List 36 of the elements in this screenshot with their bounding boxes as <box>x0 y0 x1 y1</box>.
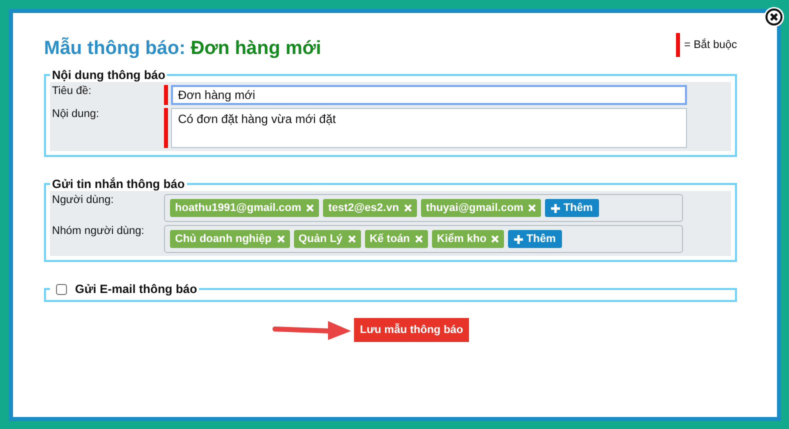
plus-icon <box>514 234 524 244</box>
title-field[interactable]: Đơn hàng mới <box>171 85 687 105</box>
tag-label: Kế toán <box>370 233 410 245</box>
email-checkbox[interactable] <box>56 284 67 294</box>
close-icon[interactable] <box>764 7 784 27</box>
field-label: Nội dung: <box>51 108 100 120</box>
tag-label: Kiểm kho <box>436 233 486 245</box>
remove-icon[interactable] <box>414 235 423 243</box>
content-field[interactable]: Có đơn đặt hàng vừa mới đặt <box>171 108 687 148</box>
remove-icon[interactable] <box>306 204 314 212</box>
remove-icon[interactable] <box>404 204 412 212</box>
field-label: Người dùng: <box>51 194 115 206</box>
remove-icon[interactable] <box>348 235 356 243</box>
field-label: Tiêu đề: <box>51 85 92 97</box>
remove-icon[interactable] <box>528 204 536 212</box>
dialog-title: Mẫu thông báo: Đơn hàng mới <box>44 38 322 60</box>
add-button[interactable]: Thêm <box>508 230 562 248</box>
remove-icon[interactable] <box>491 235 500 243</box>
tag-label: Quản Lý <box>298 233 343 245</box>
tag-field[interactable]: Chủ doanh nghiệp Quản Lý Kế toán Kiểm kho Thêm <box>164 225 683 253</box>
field-label: Nhóm người dùng: <box>51 225 146 237</box>
remove-icon[interactable] <box>276 235 285 243</box>
save-button[interactable]: Lưu mẫu thông báo <box>354 318 470 342</box>
tag-field[interactable]: hoathu1991@gmail.com test2@es2.vn thuyai@gmail.com Thêm <box>164 194 683 222</box>
fieldset-legend: Gửi tin nhắn thông báo <box>52 177 185 191</box>
tag-label: test2@es2.vn <box>328 202 399 214</box>
add-button[interactable]: Thêm <box>545 199 599 217</box>
required-legend: = Bắt buộc <box>684 39 737 51</box>
plus-icon <box>551 204 560 212</box>
required-marker <box>676 33 680 57</box>
tag-label: thuyai@gmail.com <box>426 202 524 214</box>
tag-label: hoathu1991@gmail.com <box>175 202 302 214</box>
fieldset-legend: Nội dung thông báo <box>52 68 166 82</box>
fieldset-legend: Gửi E-mail thông báo <box>75 282 198 296</box>
arrow-icon <box>272 319 352 341</box>
tag-label: Chủ doanh nghiệp <box>175 233 272 245</box>
